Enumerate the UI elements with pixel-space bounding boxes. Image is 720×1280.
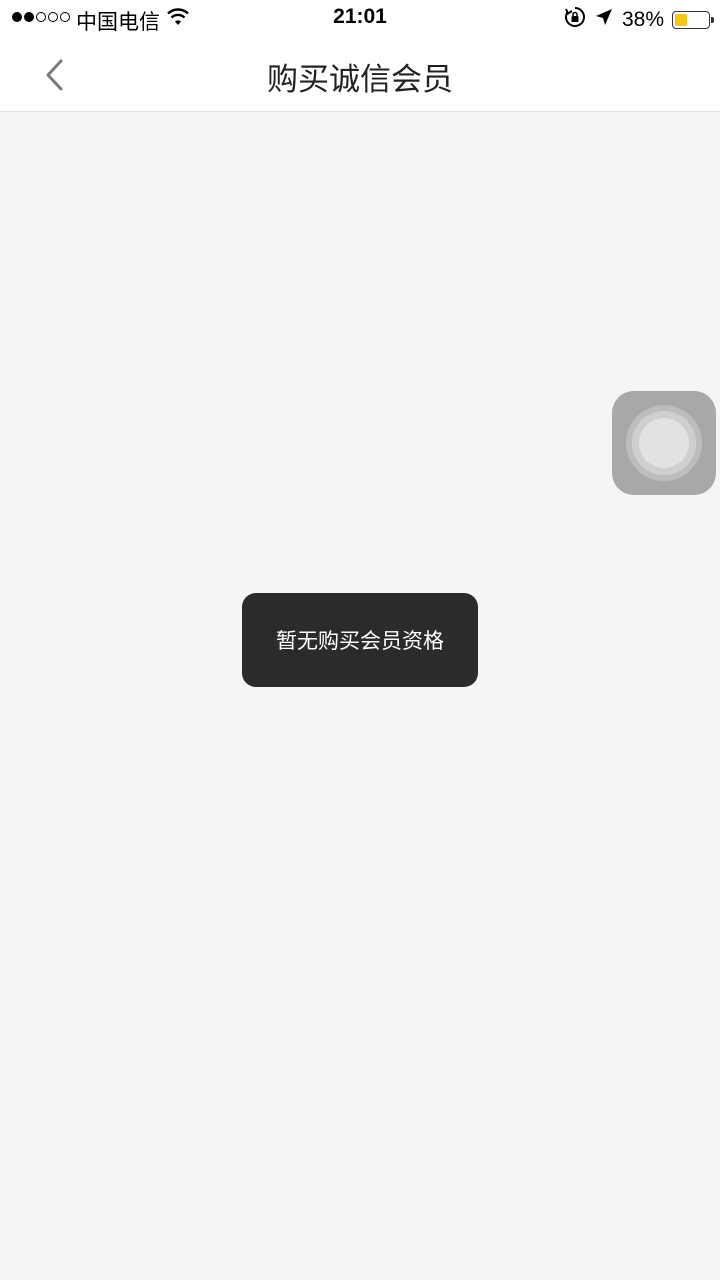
assistive-touch-icon	[626, 405, 702, 481]
battery-icon	[672, 11, 714, 29]
status-right-icons: 38%	[564, 6, 714, 34]
assistive-touch-core	[639, 418, 689, 468]
battery-percent: 38%	[621, 8, 664, 31]
battery-cap	[711, 17, 714, 23]
assistive-touch-button[interactable]	[612, 391, 716, 495]
assistive-touch-ring	[632, 411, 696, 475]
battery-fill	[675, 14, 687, 26]
status-bar: 中国电信 21:01 38%	[0, 0, 720, 38]
main-content	[0, 112, 720, 1280]
rotation-lock-icon	[564, 6, 586, 34]
page-title: 购买诚信会员	[267, 62, 453, 98]
toast-text: 暂无购买会员资格	[276, 629, 444, 653]
navigation-bar: 购买诚信会员	[0, 38, 720, 112]
location-arrow-icon	[594, 7, 614, 33]
toast-message: 暂无购买会员资格	[242, 593, 478, 687]
